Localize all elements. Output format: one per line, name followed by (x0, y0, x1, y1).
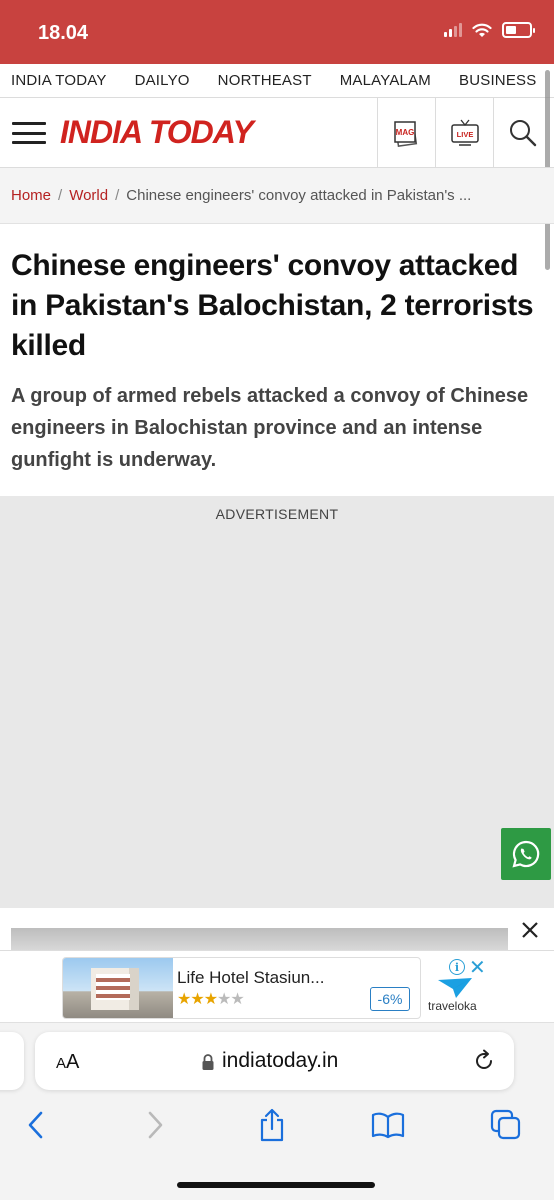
breadcrumb-separator: / (58, 187, 63, 204)
advertisement-slot (0, 496, 554, 908)
live-tv-icon: LIVE (450, 119, 479, 146)
mag-button[interactable]: MAG (377, 98, 435, 168)
article-summary: A group of armed rebels attacked a convo… (11, 385, 529, 471)
wifi-icon (472, 23, 492, 37)
reader-options-button[interactable]: AA (56, 1051, 79, 1074)
url-text[interactable]: indiatoday.in (222, 1049, 338, 1073)
status-icons (444, 22, 535, 38)
ad-info-icon[interactable]: i (449, 959, 465, 975)
mag-label: MAG (395, 128, 414, 137)
nav-item-business[interactable]: BUSINESS (448, 72, 553, 89)
search-icon (509, 120, 536, 147)
nav-item-northeast[interactable]: NORTHEAST (207, 72, 329, 89)
nav-item-india-today[interactable]: INDIA TODAY (0, 72, 124, 89)
advertisement-label: ADVERTISEMENT (215, 506, 339, 522)
bookmarks-button[interactable] (371, 1108, 405, 1142)
lock-icon (202, 1054, 214, 1070)
hotel-image (63, 958, 173, 1018)
battery-icon (502, 22, 535, 38)
menu-icon[interactable] (12, 122, 46, 144)
whatsapp-share-button[interactable] (501, 828, 551, 880)
status-bar: 18.04 (0, 0, 554, 64)
site-header: INDIA TODAY MAG LIVE (0, 98, 554, 168)
forward-icon (148, 1111, 163, 1139)
network-nav: INDIA TODAY DAILYO NORTHEAST MALAYALAM B… (0, 64, 554, 98)
nav-item-malayalam[interactable]: MALAYALAM (329, 72, 448, 89)
article-image (11, 928, 508, 950)
close-ad-button[interactable] (508, 910, 552, 950)
forward-button[interactable] (138, 1108, 172, 1142)
hotel-name: Life Hotel Stasiun... (177, 968, 325, 987)
hotel-ad-card[interactable]: Life Hotel Stasiun... ★★★★★ (62, 957, 421, 1019)
live-tv-button[interactable]: LIVE (435, 98, 493, 168)
site-logo[interactable]: INDIA TODAY (60, 114, 254, 151)
breadcrumb-world[interactable]: World (69, 187, 108, 204)
traveloka-logo-icon (438, 978, 472, 998)
aa-small: A (56, 1055, 67, 1072)
hotel-rating: ★★★★★ (177, 989, 245, 1009)
traveloka-brand: traveloka (428, 999, 477, 1013)
back-button[interactable] (19, 1108, 53, 1142)
tabs-button[interactable] (489, 1108, 523, 1142)
live-label: LIVE (456, 130, 473, 139)
status-time: 18.04 (38, 22, 89, 44)
breadcrumb-separator: / (115, 187, 120, 204)
back-icon (28, 1111, 43, 1139)
previous-tab-preview[interactable] (0, 1032, 24, 1090)
share-icon (260, 1108, 284, 1142)
discount-badge: -6% (370, 987, 410, 1011)
close-icon (522, 922, 538, 938)
home-indicator (177, 1182, 375, 1188)
whatsapp-icon (512, 840, 540, 868)
breadcrumb: Home / World / Chinese engineers' convoy… (0, 168, 554, 224)
reload-icon[interactable] (472, 1049, 496, 1073)
share-button[interactable] (255, 1108, 289, 1142)
rating-stars-empty: ★★ (217, 991, 245, 1008)
tabs-icon (490, 1109, 521, 1140)
aa-large: A (66, 1051, 80, 1073)
breadcrumb-home[interactable]: Home (11, 187, 51, 204)
search-button[interactable] (493, 98, 551, 168)
rating-stars-filled: ★★★ (177, 991, 218, 1008)
breadcrumb-current: Chinese engineers' convoy attacked in Pa… (126, 187, 472, 204)
article-headline: Chinese engineers' convoy attacked in Pa… (11, 249, 534, 362)
nav-item-dailyo[interactable]: DAILYO (124, 72, 207, 89)
mag-icon: MAG (393, 121, 417, 148)
bookmarks-icon (371, 1112, 405, 1139)
signal-icon (444, 23, 462, 37)
